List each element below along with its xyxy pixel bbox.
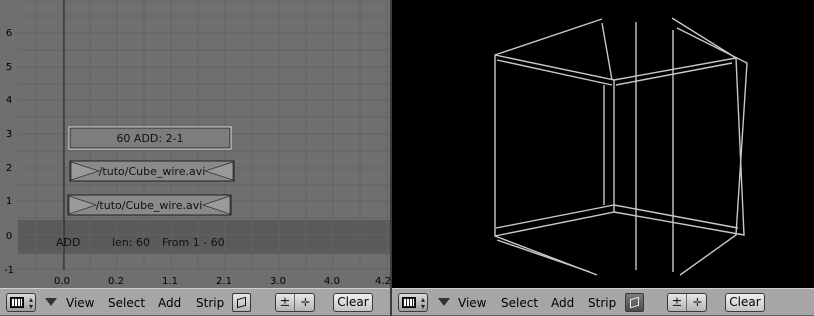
y-tick-label: 1	[6, 196, 12, 207]
zoom-buttons: ± ✛	[667, 293, 707, 312]
x-tick-label: 0.0	[54, 276, 70, 287]
x-tick-label: 4.0	[324, 276, 340, 287]
expand-arrow-icon[interactable]	[438, 298, 450, 306]
preview-display-icon	[630, 296, 639, 309]
x-tick-label: 4.2	[375, 276, 390, 287]
zoom-buttons: ± ✛	[275, 293, 315, 312]
zoom-icon[interactable]: ±	[276, 294, 295, 311]
border-zoom-icon[interactable]: ✛	[296, 294, 315, 311]
effect-strip-label: 60 ADD: 2-1	[116, 132, 183, 145]
y-tick-label: 5	[6, 62, 12, 73]
effect-strip[interactable]: 60 ADD: 2-1	[68, 126, 232, 150]
preview-display-button[interactable]	[625, 293, 644, 312]
movie-strip-top[interactable]: /tuto/Cube_wire.avi	[69, 160, 235, 182]
window-type-icon	[402, 297, 416, 308]
clear-button[interactable]: Clear	[725, 293, 765, 312]
menu-view[interactable]: View	[66, 296, 94, 310]
movie-strip-top-label: /tuto/Cube_wire.avi	[99, 165, 206, 178]
preview-header: ▴ ▾ View Select Add Strip ± ✛ Clear	[392, 288, 814, 316]
menu-strip[interactable]: Strip	[196, 296, 224, 310]
clear-button[interactable]: Clear	[333, 293, 373, 312]
window-type-button[interactable]: ▴ ▾	[6, 293, 36, 312]
y-tick-label: 0	[6, 231, 12, 242]
status-length: len: 60	[112, 236, 150, 249]
window-type-button[interactable]: ▴ ▾	[398, 293, 428, 312]
menu-add[interactable]: Add	[551, 296, 574, 310]
movie-strip-bottom-label: /tuto/Cube_wire.avi	[96, 199, 203, 212]
preview-display-icon	[237, 296, 246, 309]
y-tick-label: 4	[6, 95, 12, 106]
spinner-icon: ▴ ▾	[420, 295, 425, 311]
y-tick-label: -1	[4, 265, 14, 276]
window-type-icon	[10, 297, 24, 308]
x-tick-label: 0.2	[108, 276, 124, 287]
y-tick-label: 6	[6, 28, 12, 39]
y-tick-label: 3	[6, 129, 12, 140]
sequence-header: ▴ ▾ View Select Add Strip ± ✛ Clear	[0, 288, 390, 316]
x-tick-label: 3.0	[270, 276, 286, 287]
zoom-icon[interactable]: ±	[668, 294, 687, 311]
status-type: ADD	[56, 236, 80, 249]
menu-view[interactable]: View	[458, 296, 486, 310]
menu-select[interactable]: Select	[108, 296, 145, 310]
preview-area: ▴ ▾ View Select Add Strip ± ✛ Clear	[392, 0, 814, 316]
menu-strip[interactable]: Strip	[588, 296, 616, 310]
preview-canvas	[392, 0, 814, 288]
x-tick-label: 1.1	[162, 276, 178, 287]
spinner-icon: ▴ ▾	[28, 295, 33, 311]
menu-select[interactable]: Select	[501, 296, 538, 310]
status-range: From 1 - 60	[162, 236, 225, 249]
preview-display-button[interactable]	[232, 293, 251, 312]
expand-arrow-icon[interactable]	[45, 298, 57, 306]
sequence-canvas[interactable]: 6 5 4 3 2 1 0 -1 0.0 0.2 1.1 2.1 3.0 4.0 4.2 60 ADD: …	[0, 0, 390, 288]
border-zoom-icon[interactable]: ✛	[688, 294, 707, 311]
menu-add[interactable]: Add	[158, 296, 181, 310]
sequence-editor: 6 5 4 3 2 1 0 -1 0.0 0.2 1.1 2.1 3.0 4.0 4.2 60 ADD: …	[0, 0, 390, 316]
movie-strip-bottom[interactable]: /tuto/Cube_wire.avi	[67, 194, 232, 216]
y-tick-label: 2	[6, 163, 12, 174]
x-tick-label: 2.1	[216, 276, 232, 287]
